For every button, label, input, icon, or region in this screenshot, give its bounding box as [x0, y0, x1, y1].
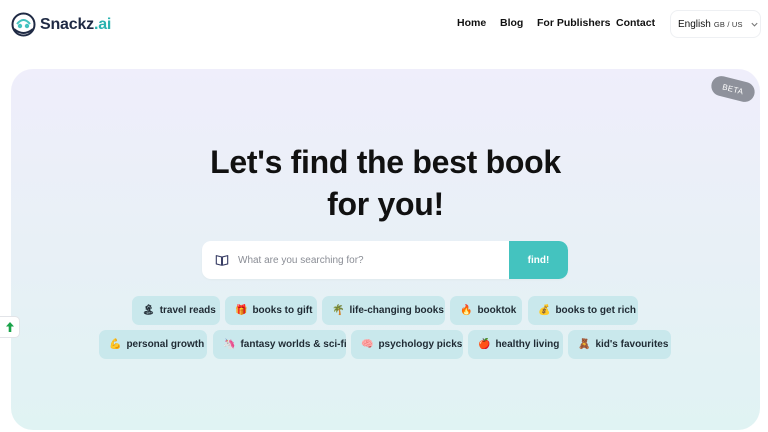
chip-books-to-get-rich[interactable]: 💰 books to get rich — [528, 296, 638, 325]
chip-label: booktok — [477, 305, 517, 316]
palm-tree-icon: 🌴 — [332, 305, 345, 316]
flexed-bicep-icon: 💪 — [109, 339, 122, 350]
nav-home[interactable]: Home — [457, 17, 486, 29]
gift-icon: 🎁 — [235, 305, 248, 316]
chip-travel-reads[interactable]: 🏝 travel reads — [132, 296, 220, 325]
nav-blog[interactable]: Blog — [500, 17, 523, 29]
search-input[interactable] — [238, 241, 509, 279]
money-bag-icon: 💰 — [538, 305, 551, 316]
chip-fantasy-worlds-scifi[interactable]: 🦄 fantasy worlds & sci-fi — [213, 330, 347, 359]
chip-healthy-living[interactable]: 🍎 healthy living — [468, 330, 563, 359]
chip-label: kid's favourites — [595, 339, 669, 350]
chevron-down-icon — [751, 22, 758, 27]
teddy-bear-icon: 🧸 — [578, 339, 591, 350]
chip-books-to-gift[interactable]: 🎁 books to gift — [225, 296, 317, 325]
find-button[interactable]: find! — [509, 241, 568, 279]
language-selector[interactable]: English GB / US — [670, 10, 761, 38]
feedback-tab[interactable] — [0, 316, 20, 338]
logo[interactable]: Snackz.ai — [10, 11, 111, 38]
logo-head-icon — [11, 12, 36, 37]
chip-psychology-picks[interactable]: 🧠 psychology picks — [351, 330, 463, 359]
chip-label: books to get rich — [555, 305, 637, 316]
headline-line-2: for you! — [327, 186, 444, 222]
chip-label: fantasy worlds & sci-fi — [240, 339, 347, 350]
chip-label: life-changing books — [349, 305, 444, 316]
brain-icon: 🧠 — [361, 339, 374, 350]
nav-for-publishers[interactable]: For Publishers — [537, 17, 611, 29]
chip-kids-favourites[interactable]: 🧸 kid's favourites — [568, 330, 671, 359]
beta-badge: BETA — [709, 73, 757, 105]
fire-icon: 🔥 — [460, 305, 473, 316]
open-book-icon — [215, 255, 229, 266]
chip-label: travel reads — [159, 305, 216, 316]
site-header: Snackz.ai Home Blog For Publishers Conta… — [0, 0, 768, 50]
chip-label: personal growth — [126, 339, 205, 350]
chip-personal-growth[interactable]: 💪 personal growth — [99, 330, 207, 359]
chip-label: healthy living — [495, 339, 560, 350]
hero-section: BETA Let's find the best book for you! f… — [11, 69, 760, 430]
headline-line-1: Let's find the best book — [210, 144, 561, 180]
chip-life-changing-books[interactable]: 🌴 life-changing books — [322, 296, 445, 325]
apple-icon: 🍎 — [478, 339, 491, 350]
unicorn-icon: 🦄 — [223, 339, 236, 350]
language-label: English — [678, 18, 711, 30]
page-title: Let's find the best book for you! — [11, 141, 760, 225]
palm-island-icon: 🏝 — [142, 305, 155, 316]
search-bar: find! — [202, 241, 568, 279]
logo-text: Snackz.ai — [40, 15, 112, 33]
nav-contact[interactable]: Contact — [616, 17, 655, 29]
arrow-up-icon — [5, 322, 14, 332]
chip-label: psychology picks — [378, 339, 463, 350]
chip-booktok[interactable]: 🔥 booktok — [450, 296, 522, 325]
language-region: GB / US — [713, 19, 743, 29]
chip-label: books to gift — [252, 305, 313, 316]
